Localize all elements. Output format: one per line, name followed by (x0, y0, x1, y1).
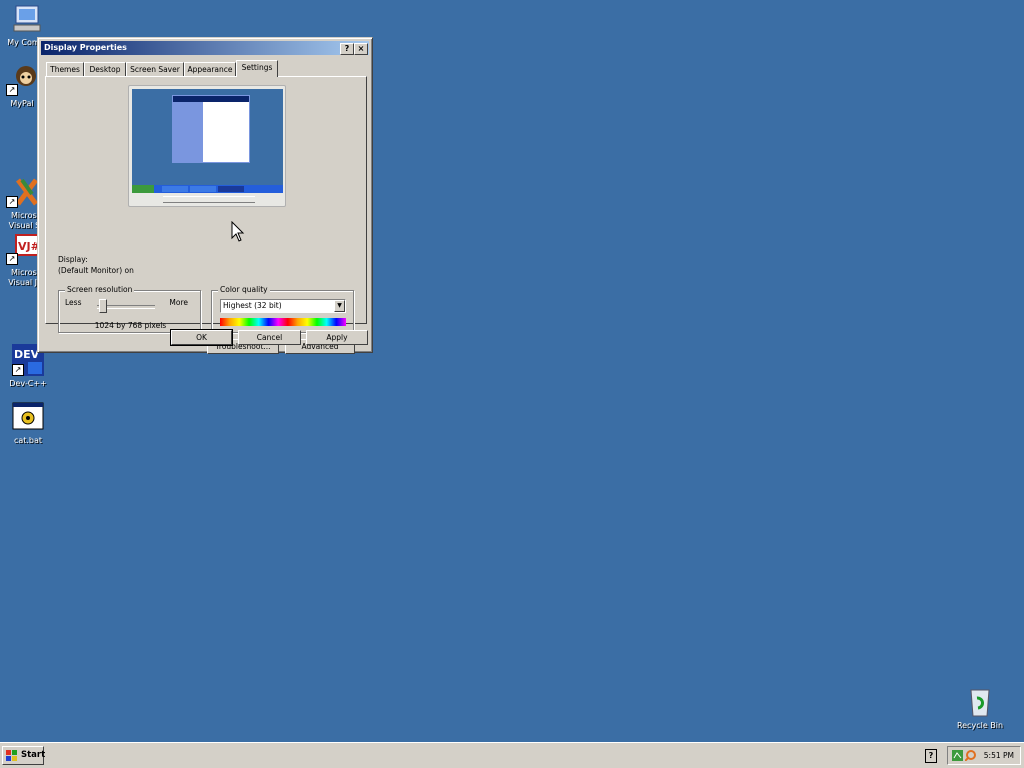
resolution-value: 1024 by 768 pixels (94, 321, 167, 330)
visual-jsharp-icon: VJ# ↗ (6, 233, 40, 265)
tab-desktop[interactable]: Desktop (84, 62, 126, 76)
preview-taskbar (132, 185, 283, 193)
display-label: Display: (58, 255, 88, 264)
clock[interactable]: 5:51 PM (984, 747, 1014, 764)
display-value: (Default Monitor) on (58, 266, 134, 275)
batch-file-icon (12, 401, 44, 433)
search-icon[interactable] (965, 750, 976, 761)
color-spectrum-bar (220, 318, 346, 326)
screen-resolution-label: Screen resolution (65, 285, 135, 294)
slider-less-label: Less (65, 298, 82, 307)
monitor-preview (128, 85, 286, 207)
apply-button[interactable]: Apply (306, 330, 368, 345)
windows-logo-icon (6, 750, 17, 761)
screen-resolution-group: Screen resolution Less More 1024 by 768 … (58, 285, 201, 333)
visual-studio-icon: ↗ (6, 176, 38, 208)
tab-settings[interactable]: Settings (236, 60, 278, 77)
desktop-icon-label: cat.bat (13, 436, 43, 445)
my-computer-icon (10, 3, 42, 35)
help-icon[interactable]: ? (925, 749, 937, 763)
help-button[interactable]: ? (340, 43, 354, 55)
desktop-icon-cat-bat[interactable]: cat.bat (0, 401, 58, 446)
tab-appearance[interactable]: Appearance (184, 62, 236, 76)
display-properties-window: Display Properties ? × Themes Desktop Sc… (37, 37, 373, 354)
close-button[interactable]: × (354, 43, 368, 55)
shortcut-arrow-icon: ↗ (6, 253, 18, 265)
svg-text:DEV: DEV (14, 348, 40, 361)
recycle-bin-icon (964, 686, 996, 718)
settings-tab-panel: Display: (Default Monitor) on Screen res… (45, 76, 367, 354)
taskbar: Start ? 5:51 PM (0, 742, 1024, 768)
color-quality-group: Color quality Highest (32 bit) ▼ (211, 285, 354, 333)
color-quality-value: Highest (32 bit) (223, 301, 282, 310)
desktop-icon-label: Recycle Bin (956, 721, 1004, 730)
ok-button[interactable]: OK (170, 329, 233, 346)
system-tray: 5:51 PM (947, 746, 1021, 765)
window-title: Display Properties (44, 43, 127, 52)
mypal-icon: ↗ (6, 64, 38, 96)
start-button[interactable]: Start (2, 746, 46, 765)
slider-more-label: More (169, 298, 188, 307)
shortcut-arrow-icon: ↗ (12, 364, 24, 376)
color-quality-label: Color quality (218, 285, 270, 294)
title-bar[interactable]: Display Properties ? × (41, 41, 369, 55)
resolution-slider-thumb[interactable] (99, 299, 107, 313)
shortcut-arrow-icon: ↗ (6, 84, 18, 96)
preview-window (172, 95, 250, 163)
cancel-button[interactable]: Cancel (238, 330, 301, 345)
svg-text:VJ#: VJ# (18, 240, 38, 253)
network-icon[interactable] (952, 750, 963, 761)
tab-themes[interactable]: Themes (46, 62, 84, 76)
tab-screen-saver[interactable]: Screen Saver (126, 62, 184, 76)
color-quality-select[interactable]: Highest (32 bit) ▼ (220, 299, 346, 313)
monitor-stand (163, 196, 255, 203)
monitor-screen (132, 89, 283, 193)
mouse-cursor-icon (231, 220, 245, 245)
desktop-icon-recycle-bin[interactable]: Recycle Bin (950, 686, 1010, 731)
shortcut-arrow-icon: ↗ (6, 196, 18, 208)
chevron-down-icon[interactable]: ▼ (334, 300, 345, 312)
start-label: Start (21, 750, 46, 760)
desktop-icon-label: Dev-C++ (9, 379, 47, 388)
